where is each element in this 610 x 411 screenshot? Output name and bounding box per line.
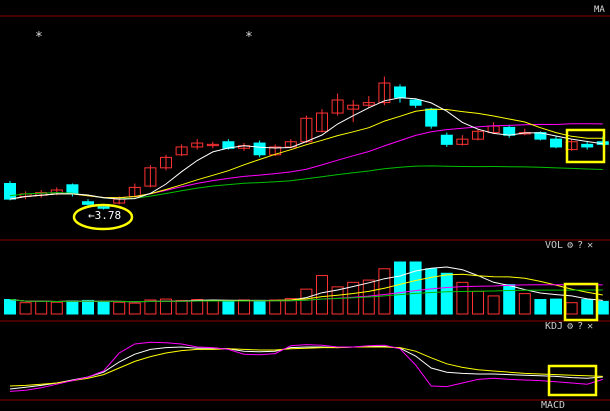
- candle-body: [503, 126, 516, 136]
- volume-bar: [97, 301, 110, 315]
- volume-bar: [222, 300, 235, 315]
- candle-body: [66, 184, 79, 195]
- volume-bar: [472, 290, 484, 315]
- volume-bar: [300, 288, 313, 315]
- volume-bar: [269, 299, 282, 315]
- macd-label: MACD: [541, 400, 566, 411]
- highlight-box-kdj: [547, 364, 598, 397]
- kdj-k-line: [9, 345, 603, 390]
- panel-grid: [0, 15, 610, 401]
- close-icon[interactable]: ✕: [587, 321, 593, 332]
- volume-bar: [238, 299, 250, 315]
- ma60-line: [9, 165, 603, 200]
- gear-icon[interactable]: ⚙: [567, 321, 573, 332]
- candle-body: [425, 108, 438, 127]
- volume-bar: [565, 302, 578, 315]
- candle-body: [440, 134, 453, 145]
- volume-bar: [378, 268, 391, 315]
- volume-bar: [440, 272, 453, 315]
- volume-bar: [581, 299, 594, 315]
- volume-bar: [206, 300, 219, 315]
- volume-bar: [4, 299, 16, 315]
- macd-panel-toolbar: MACD: [541, 400, 565, 411]
- volume-bar: [50, 301, 63, 315]
- volume-bar: [503, 284, 516, 315]
- candle-body: [581, 143, 594, 148]
- candle-body: [82, 201, 94, 205]
- stock-chart[interactable]: [0, 0, 610, 408]
- volume-bar: [253, 299, 266, 315]
- volume-bars: [4, 261, 609, 315]
- volume-bar: [144, 299, 157, 315]
- volume-bar: [409, 261, 422, 315]
- help-icon[interactable]: ?: [577, 321, 583, 332]
- volume-bar: [518, 293, 531, 315]
- low-price-label: ←3.78: [88, 209, 122, 222]
- volume-bar: [175, 299, 188, 315]
- volume-bar: [66, 300, 79, 315]
- ma5-line: [9, 97, 603, 200]
- candle-body: [394, 86, 406, 98]
- volume-bar: [128, 302, 141, 315]
- volume-bar: [550, 298, 562, 315]
- volume-bar: [534, 299, 547, 315]
- candle-body: [4, 182, 16, 200]
- price-candles: [4, 76, 609, 210]
- kdj-j-line: [9, 341, 603, 392]
- candle-body: [253, 142, 266, 156]
- ma-indicator-label: MA: [594, 5, 605, 15]
- candle-body: [550, 138, 562, 148]
- volume-bar: [113, 301, 126, 315]
- volume-bar: [316, 275, 328, 315]
- volume-bar: [596, 300, 609, 315]
- kdj-label: KDJ: [545, 321, 564, 332]
- gear-icon[interactable]: ⚙: [567, 240, 573, 251]
- vol-label: VOL: [545, 240, 564, 251]
- volume-bar: [82, 299, 94, 315]
- volume-bar: [19, 302, 32, 315]
- candle-body: [409, 99, 422, 106]
- kdj-d-line: [9, 346, 603, 387]
- volume-bar: [425, 268, 438, 315]
- star-marker: *: [245, 30, 253, 45]
- star-marker: *: [35, 30, 43, 45]
- volume-bar: [394, 261, 406, 315]
- kdj-panel-toolbar: KDJ ⚙ ? ✕: [545, 321, 593, 332]
- highlight-marks: [72, 128, 606, 397]
- moving-average-lines: [9, 97, 603, 200]
- volume-bar: [35, 300, 48, 315]
- volume-bar: [191, 299, 204, 315]
- close-icon[interactable]: ✕: [587, 240, 593, 251]
- volume-bar: [487, 295, 500, 315]
- help-icon[interactable]: ?: [577, 240, 583, 251]
- kdj-lines: [9, 341, 603, 392]
- vol-panel-toolbar: VOL ⚙ ? ✕: [545, 240, 593, 251]
